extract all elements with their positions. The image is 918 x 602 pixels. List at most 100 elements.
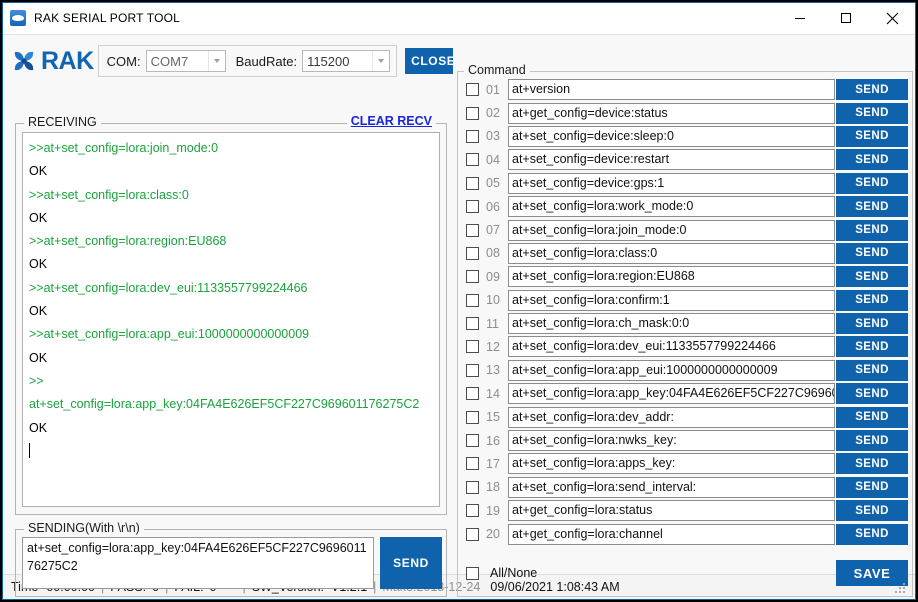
baudrate-value: 115200: [307, 53, 350, 69]
receiving-line: OK: [29, 164, 48, 179]
command-row: 06 at+set_config=lora:work_mode:0 SEND: [462, 195, 908, 218]
command-send-button[interactable]: SEND: [836, 289, 908, 311]
send-button[interactable]: SEND: [380, 537, 442, 589]
command-checkbox[interactable]: [466, 153, 479, 167]
command-checkbox[interactable]: [466, 83, 479, 97]
close-icon[interactable]: [869, 3, 915, 34]
command-send-button[interactable]: SEND: [836, 102, 908, 124]
command-send-button[interactable]: SEND: [836, 219, 908, 241]
minimize-icon[interactable]: [777, 3, 823, 34]
command-send-button[interactable]: SEND: [836, 383, 908, 405]
receiving-line: >>at+set_config=lora:dev_eui:11335577992…: [29, 280, 308, 295]
command-input[interactable]: at+set_config=lora:ch_mask:0:0: [508, 313, 835, 335]
command-index: 03: [486, 129, 500, 144]
command-checkbox[interactable]: [466, 200, 479, 214]
receiving-textarea[interactable]: >>at+set_config=lora:join_mode:0 OK >>at+s…: [22, 132, 440, 507]
command-input[interactable]: at+set_config=device:gps:1: [508, 172, 835, 194]
command-checkbox[interactable]: [466, 223, 479, 237]
command-checkbox[interactable]: [466, 434, 479, 448]
clear-recv-link[interactable]: CLEAR RECV: [346, 114, 436, 128]
command-index: 15: [486, 410, 500, 425]
command-input[interactable]: at+set_config=lora:app_key:04FA4E626EF5C…: [508, 383, 835, 405]
app-window: RAK SERIAL PORT TOOL RAK COM: COM7 BaudR…: [2, 2, 916, 600]
receiving-line: OK: [29, 257, 48, 272]
command-input[interactable]: at+get_config=lora:channel: [508, 523, 835, 545]
command-checkbox[interactable]: [466, 363, 479, 377]
command-input[interactable]: at+set_config=lora:work_mode:0: [508, 196, 835, 218]
resize-grip-icon[interactable]: [891, 579, 909, 595]
all-none-checkbox[interactable]: [466, 566, 479, 580]
command-input[interactable]: at+set_config=lora:dev_addr:: [508, 406, 835, 428]
command-input[interactable]: at+set_config=lora:apps_key:: [508, 453, 835, 475]
command-send-button[interactable]: SEND: [836, 359, 908, 381]
chevron-down-icon: [372, 51, 389, 71]
command-checkbox[interactable]: [466, 480, 479, 494]
command-input[interactable]: at+set_config=lora:confirm:1: [508, 289, 835, 311]
command-checkbox[interactable]: [466, 457, 479, 471]
command-send-button[interactable]: SEND: [836, 406, 908, 428]
command-checkbox[interactable]: [466, 129, 479, 143]
command-checkbox[interactable]: [466, 527, 479, 541]
command-row: 03 at+set_config=device:sleep:0 SEND: [462, 125, 908, 148]
command-index: 11: [486, 316, 499, 331]
rak-pinwheel-icon: [11, 48, 37, 74]
command-send-button[interactable]: SEND: [836, 149, 908, 171]
command-index: 06: [486, 199, 500, 214]
command-send-button[interactable]: SEND: [836, 313, 908, 335]
command-send-button[interactable]: SEND: [836, 430, 908, 452]
right-panel: Command 01 at+version SEND 02 at+get_config=…: [453, 35, 915, 597]
command-index: 08: [486, 246, 500, 261]
command-send-button[interactable]: SEND: [836, 476, 908, 498]
sending-title: SENDING(With \r\n): [24, 521, 144, 535]
command-input[interactable]: at+version: [508, 79, 835, 101]
command-checkbox[interactable]: [466, 293, 479, 307]
sending-group: SENDING(With \r\n) at+set_config=lora:ap…: [15, 521, 447, 597]
receiving-line: >>at+set_config=lora:join_mode:0: [29, 141, 219, 155]
command-send-button[interactable]: SEND: [836, 336, 908, 358]
command-input[interactable]: at+set_config=lora:join_mode:0: [508, 219, 835, 241]
command-checkbox[interactable]: [466, 340, 479, 354]
receiving-line: >>: [29, 373, 44, 388]
com-port-select[interactable]: COM7: [145, 50, 226, 72]
command-send-button[interactable]: SEND: [836, 453, 908, 475]
command-row: 12 at+set_config=lora:dev_eui:11335577992…: [462, 335, 908, 358]
window-title: RAK SERIAL PORT TOOL: [34, 11, 181, 25]
command-index: 09: [486, 269, 500, 284]
command-checkbox[interactable]: [466, 106, 479, 120]
command-send-button[interactable]: SEND: [836, 79, 908, 101]
command-send-button[interactable]: SEND: [836, 125, 908, 147]
command-input[interactable]: at+set_config=lora:nwks_key:: [508, 430, 835, 452]
command-input[interactable]: at+set_config=lora:class:0: [508, 242, 835, 264]
command-row: 04 at+set_config=device:restart SEND: [462, 148, 908, 171]
command-checkbox[interactable]: [466, 176, 479, 190]
command-input[interactable]: at+set_config=device:sleep:0: [508, 125, 835, 147]
command-checkbox[interactable]: [466, 317, 479, 331]
command-index: 17: [486, 456, 500, 471]
com-port-value: COM7: [150, 53, 189, 69]
maximize-icon[interactable]: [823, 3, 869, 34]
baudrate-select[interactable]: 115200: [302, 50, 391, 72]
command-checkbox[interactable]: [466, 504, 479, 518]
command-checkbox[interactable]: [466, 246, 479, 260]
receiving-line: OK: [29, 210, 48, 225]
command-send-button[interactable]: SEND: [836, 196, 908, 218]
command-send-button[interactable]: SEND: [836, 172, 908, 194]
command-input[interactable]: at+get_config=device:status: [508, 102, 835, 124]
command-input[interactable]: at+set_config=lora:app_eui:1000000000000…: [508, 359, 835, 381]
command-send-button[interactable]: SEND: [836, 242, 908, 264]
sending-input[interactable]: at+set_config=lora:app_key:04FA4E626EF5C…: [22, 537, 374, 589]
command-send-button[interactable]: SEND: [836, 523, 908, 545]
connection-toolbar: RAK COM: COM7 BaudRate: 115200 CLOSE: [11, 43, 462, 79]
command-input[interactable]: at+set_config=device:restart: [508, 149, 835, 171]
command-checkbox[interactable]: [466, 410, 479, 424]
command-input[interactable]: at+set_config=lora:dev_eui:1133557799224…: [508, 336, 835, 358]
command-input[interactable]: at+set_config=lora:region:EU868: [508, 266, 835, 288]
command-send-button[interactable]: SEND: [836, 266, 908, 288]
all-none-row: All/None SAVE: [462, 560, 908, 586]
command-input[interactable]: at+get_config=lora:status: [508, 500, 835, 522]
command-row: 07 at+set_config=lora:join_mode:0 SEND: [462, 218, 908, 241]
command-input[interactable]: at+set_config=lora:send_interval:: [508, 476, 835, 498]
command-checkbox[interactable]: [466, 270, 479, 284]
command-send-button[interactable]: SEND: [836, 500, 908, 522]
command-checkbox[interactable]: [466, 387, 479, 401]
